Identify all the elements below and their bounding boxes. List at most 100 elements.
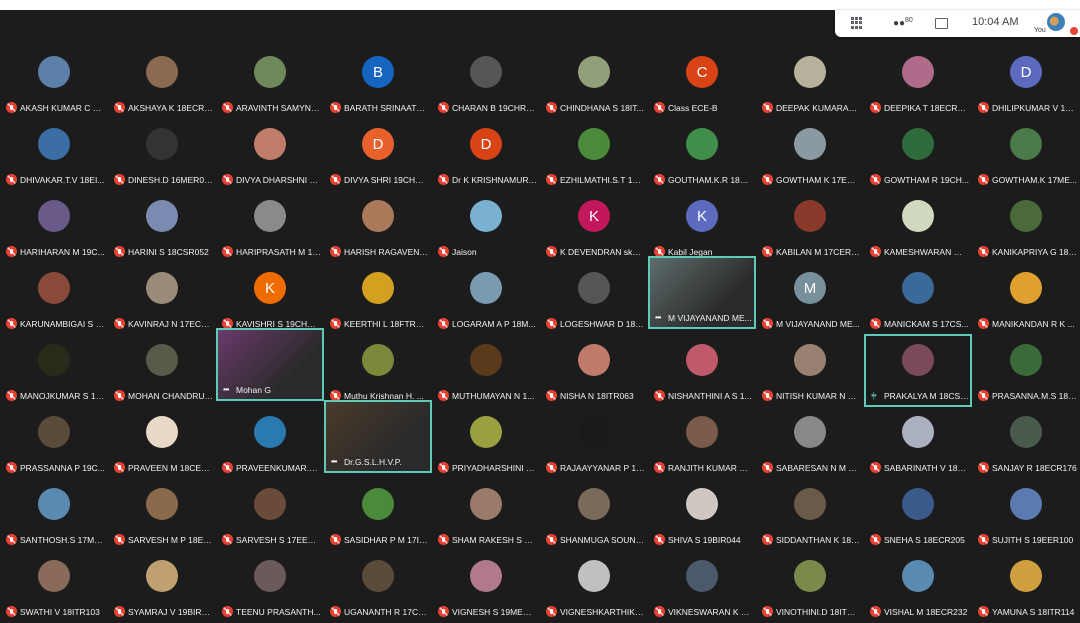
participant-tile[interactable]: SUJITH S 19EER100: [972, 478, 1080, 551]
participant-tile[interactable]: DINESH.D 16MER049: [108, 118, 216, 191]
participant-tile[interactable]: NISHA N 18ITR063: [540, 334, 648, 407]
participant-tile[interactable]: VINOTHINI.D 18ITR1...: [756, 550, 864, 623]
participant-tile[interactable]: KEERTHI L 18FTR025: [324, 262, 432, 335]
participant-tile[interactable]: SANTHOSH.S 17MT...: [0, 478, 108, 551]
participant-tile[interactable]: TEENU PRASANTH...: [216, 550, 324, 623]
participant-tile[interactable]: KAVINRAJ N 17ECR...: [108, 262, 216, 335]
participant-tile[interactable]: HARISH RAGAVEND...: [324, 190, 432, 263]
muted-mic-icon: [438, 318, 449, 329]
participant-tile[interactable]: SANJAY R 18ECR176: [972, 406, 1080, 479]
self-avatar[interactable]: [1047, 13, 1065, 31]
more-options-icon[interactable]: •••: [223, 385, 229, 394]
participant-tile[interactable]: AKSHAYA K 18ECR0...: [108, 46, 216, 119]
muted-mic-icon: [978, 390, 989, 401]
participant-tile[interactable]: MUTHUMAYAN N 1...: [432, 334, 540, 407]
participant-tile[interactable]: HARIHARAN M 19C...: [0, 190, 108, 263]
participant-tile[interactable]: SYAMRAJ V 19BIR051: [108, 550, 216, 623]
participant-tile[interactable]: HARIPRASATH M 18...: [216, 190, 324, 263]
participant-tile[interactable]: NITISH KUMAR N R ...: [756, 334, 864, 407]
participant-tile[interactable]: GOWTHAM K 17ECR...: [756, 118, 864, 191]
participant-tile[interactable]: VIGNESHKARTHIK R...: [540, 550, 648, 623]
participant-tile[interactable]: SHIVA S 19BIR044: [648, 478, 756, 551]
participant-tile[interactable]: HARINI S 18CSR052: [108, 190, 216, 263]
participant-tile[interactable]: GOUTHAM.K.R 18M...: [648, 118, 756, 191]
participant-tile[interactable]: DEEPAK KUMARAN ...: [756, 46, 864, 119]
participant-tile[interactable]: SABARESAN N M 17...: [756, 406, 864, 479]
participant-tile[interactable]: MANICKAM S 17CS...: [864, 262, 972, 335]
participant-tile[interactable]: CHINDHANA S 18IT...: [540, 46, 648, 119]
participant-tile[interactable]: DIVYA DHARSHNI M...: [216, 118, 324, 191]
muted-mic-icon: [762, 534, 773, 545]
participant-tile[interactable]: D DHILIPKUMAR V 19...: [972, 46, 1080, 119]
participant-tile[interactable]: MANOJKUMAR S 18...: [0, 334, 108, 407]
participant-tile[interactable]: K KAVISHRI S 19CHR0...: [216, 262, 324, 335]
clock-time: 10:04 AM: [972, 16, 1019, 28]
participant-tile[interactable]: D Dr K KRISHNAMURT...: [432, 118, 540, 191]
participant-tile[interactable]: •|• PRAKALYA M 18CSR...: [864, 334, 972, 407]
participant-tile[interactable]: Jaison: [432, 190, 540, 263]
participant-tile[interactable]: ••• M VIJAYANAND ME...: [648, 256, 756, 329]
participant-tile[interactable]: MOHAN CHANDRU ...: [108, 334, 216, 407]
participant-tile[interactable]: PRASANNA.M.S 18F...: [972, 334, 1080, 407]
participant-tile[interactable]: VIGNESH S 19MER2...: [432, 550, 540, 623]
participant-tile[interactable]: PRAVEENKUMAR.M...: [216, 406, 324, 479]
participant-tile[interactable]: K Kabil Jegan: [648, 190, 756, 263]
participant-tile[interactable]: GOWTHAM.K 17ME...: [972, 118, 1080, 191]
participant-name: SASIDHAR P M 17IT...: [344, 535, 429, 545]
participant-tile[interactable]: MANIKANDAN R K ...: [972, 262, 1080, 335]
participant-tile[interactable]: C Class ECE-B: [648, 46, 756, 119]
participant-tile[interactable]: DHIVAKAR.T.V 18EI...: [0, 118, 108, 191]
participant-tile[interactable]: SHAM RAKESH S 18...: [432, 478, 540, 551]
participant-tile[interactable]: RAJAAYYANAR P 19...: [540, 406, 648, 479]
participant-tile[interactable]: AKASH KUMAR C 19...: [0, 46, 108, 119]
muted-mic-icon: [762, 102, 773, 113]
participant-tile[interactable]: ARAVINTH SAMYNA...: [216, 46, 324, 119]
layout-grid-icon[interactable]: [850, 17, 862, 29]
participant-avatar: [146, 56, 178, 88]
participant-tile[interactable]: B BARATH SRINAATH ...: [324, 46, 432, 119]
participant-tile[interactable]: EZHILMATHI.S.T 17I...: [540, 118, 648, 191]
people-icon[interactable]: ●●: [893, 17, 905, 29]
participant-tile[interactable]: VIKNESWARAN K K ...: [648, 550, 756, 623]
more-options-icon[interactable]: •••: [331, 457, 337, 466]
participant-tile[interactable]: KARUNAMBIGAI S 1...: [0, 262, 108, 335]
participant-tile[interactable]: SNEHA S 18ECR205: [864, 478, 972, 551]
participant-tile[interactable]: ••• Dr.G.S.L.H.V.P.: [324, 400, 432, 473]
participant-name: KARUNAMBIGAI S 1...: [20, 319, 105, 329]
participant-tile[interactable]: NISHANTHINI A S 1...: [648, 334, 756, 407]
muted-mic-icon: [330, 246, 341, 257]
participant-tile[interactable]: SWATHI V 18ITR103: [0, 550, 108, 623]
participant-tile[interactable]: KABILAN M 17CER0...: [756, 190, 864, 263]
participant-tile[interactable]: SASIDHAR P M 17IT...: [324, 478, 432, 551]
participant-tile[interactable]: DEEPIKA T 18ECR033: [864, 46, 972, 119]
participant-tile[interactable]: Muthu Krishnan H. ...: [324, 334, 432, 407]
participant-tile[interactable]: YAMUNA S 18ITR114: [972, 550, 1080, 623]
participant-tile[interactable]: K K DEVENDRAN skde...: [540, 190, 648, 263]
chat-icon[interactable]: [935, 18, 948, 29]
participant-tile[interactable]: CHARAN B 19CHR010: [432, 46, 540, 119]
participant-tile[interactable]: LOGESHWAR D 18E...: [540, 262, 648, 335]
participant-tile[interactable]: GOWTHAM R 19CH...: [864, 118, 972, 191]
participant-tile[interactable]: D DIVYA SHRI 19CHR0...: [324, 118, 432, 191]
participant-tile[interactable]: UGANANTH R 17CE...: [324, 550, 432, 623]
participant-tile[interactable]: PRASSANNA P 19C...: [0, 406, 108, 479]
participant-tile[interactable]: SIDDANTHAN K 18E...: [756, 478, 864, 551]
participant-avatar: [578, 272, 610, 304]
participant-name: HARIHARAN M 19C...: [20, 247, 105, 257]
participant-name: AKSHAYA K 18ECR0...: [128, 103, 213, 113]
participant-tile[interactable]: SHANMUGA SOUND...: [540, 478, 648, 551]
participant-tile[interactable]: KAMESHWARAN M ...: [864, 190, 972, 263]
participant-tile[interactable]: KANIKAPRIYA G 18C...: [972, 190, 1080, 263]
participant-tile[interactable]: LOGARAM A P 18M...: [432, 262, 540, 335]
participant-tile[interactable]: PRIYADHARSHINI S ...: [432, 406, 540, 479]
participant-avatar: [1010, 200, 1042, 232]
participant-tile[interactable]: M M VIJAYANAND ME...: [756, 262, 864, 335]
participant-tile[interactable]: PRAVEEN M 18CEL2...: [108, 406, 216, 479]
more-options-icon[interactable]: •••: [655, 313, 661, 322]
participant-tile[interactable]: SABARINATH V 18E...: [864, 406, 972, 479]
participant-tile[interactable]: RANJITH KUMAR P ...: [648, 406, 756, 479]
participant-tile[interactable]: SARVESH S 17EER0...: [216, 478, 324, 551]
participant-tile[interactable]: ••• Mohan G: [216, 328, 324, 401]
participant-tile[interactable]: SARVESH M P 18EIL...: [108, 478, 216, 551]
participant-tile[interactable]: VISHAL M 18ECR232: [864, 550, 972, 623]
